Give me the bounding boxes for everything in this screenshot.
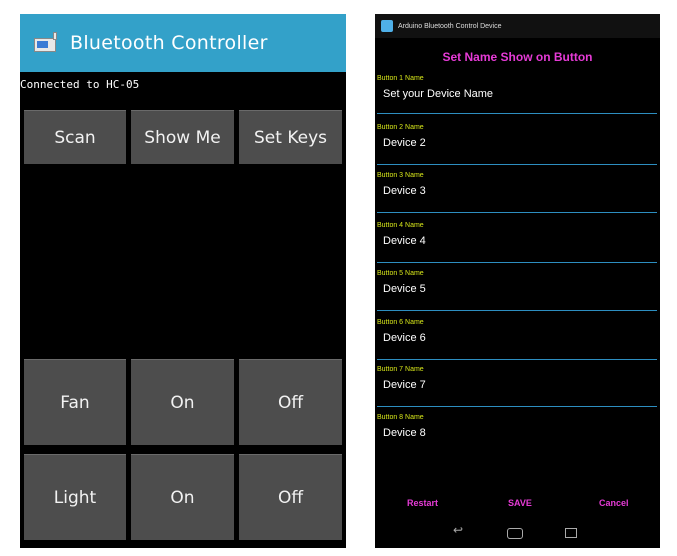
action-bar: Arduino Bluetooth Control Device xyxy=(375,14,660,38)
action-buttons: Restart SAVE Cancel xyxy=(375,494,660,514)
button-4-name-field: Button 4 Name Device 4 xyxy=(377,222,657,263)
field-label: Button 6 Name xyxy=(377,319,424,326)
field-label: Button 1 Name xyxy=(377,75,424,82)
show-me-button[interactable]: Show Me xyxy=(131,110,234,164)
button-7-name-input[interactable]: Device 7 xyxy=(383,379,657,391)
field-label: Button 5 Name xyxy=(377,270,424,277)
light-on-button[interactable]: On xyxy=(131,454,234,540)
field-label: Button 2 Name xyxy=(377,124,424,131)
button-7-name-field: Button 7 Name Device 7 xyxy=(377,366,657,407)
app-title: Arduino Bluetooth Control Device xyxy=(398,22,502,30)
set-keys-button[interactable]: Set Keys xyxy=(239,110,342,164)
button-4-name-input[interactable]: Device 4 xyxy=(383,235,657,247)
field-label: Button 3 Name xyxy=(377,172,424,179)
light-button[interactable]: Light xyxy=(24,454,126,540)
bluetooth-controller-app-icon xyxy=(34,32,60,54)
button-1-name-input[interactable]: Set your Device Name xyxy=(383,88,657,100)
home-icon[interactable] xyxy=(507,528,523,539)
connection-status: Connected to HC-05 xyxy=(20,78,140,91)
restart-button[interactable]: Restart xyxy=(407,498,438,508)
title-bar: Bluetooth Controller xyxy=(20,14,346,72)
button-2-name-input[interactable]: Device 2 xyxy=(383,137,657,149)
button-1-name-field: Button 1 Name Set your Device Name xyxy=(377,75,657,114)
light-off-button[interactable]: Off xyxy=(239,454,342,540)
set-names-screen: Arduino Bluetooth Control Device Set Nam… xyxy=(375,14,660,548)
field-label: Button 8 Name xyxy=(377,414,424,421)
button-5-name-field: Button 5 Name Device 5 xyxy=(377,270,657,311)
button-5-name-input[interactable]: Device 5 xyxy=(383,283,657,295)
field-label: Button 7 Name xyxy=(377,366,424,373)
button-3-name-input[interactable]: Device 3 xyxy=(383,185,657,197)
button-2-name-field: Button 2 Name Device 2 xyxy=(377,124,657,165)
navigation-bar: ↩ xyxy=(375,516,660,548)
cancel-button[interactable]: Cancel xyxy=(599,498,629,508)
button-8-name-field: Button 8 Name Device 8 xyxy=(377,414,657,439)
fan-button[interactable]: Fan xyxy=(24,359,126,445)
recent-apps-icon[interactable] xyxy=(565,528,577,538)
bluetooth-controller-screen: Bluetooth Controller Connected to HC-05 … xyxy=(20,14,346,548)
fan-on-button[interactable]: On xyxy=(131,359,234,445)
page-heading: Set Name Show on Button xyxy=(442,50,593,64)
app-title: Bluetooth Controller xyxy=(70,32,268,54)
save-button[interactable]: SAVE xyxy=(508,498,532,508)
button-8-name-input[interactable]: Device 8 xyxy=(383,427,657,439)
scan-button[interactable]: Scan xyxy=(24,110,126,164)
fan-off-button[interactable]: Off xyxy=(239,359,342,445)
field-label: Button 4 Name xyxy=(377,222,424,229)
button-3-name-field: Button 3 Name Device 3 xyxy=(377,172,657,213)
button-6-name-input[interactable]: Device 6 xyxy=(383,332,657,344)
button-6-name-field: Button 6 Name Device 6 xyxy=(377,319,657,360)
back-icon[interactable]: ↩ xyxy=(453,523,463,537)
arduino-app-icon xyxy=(381,20,393,32)
